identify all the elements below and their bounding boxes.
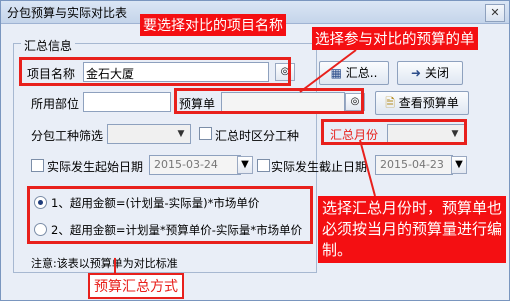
method-highlight — [27, 186, 313, 244]
month-arrow — [359, 139, 376, 197]
month-highlight — [321, 119, 467, 145]
month-annotation: 选择汇总月份时，预算单也必须按当月的预算量进行编制。 — [318, 196, 506, 263]
budget-arrow — [299, 49, 357, 93]
method-annotation: 预算汇总方式 — [88, 273, 184, 299]
